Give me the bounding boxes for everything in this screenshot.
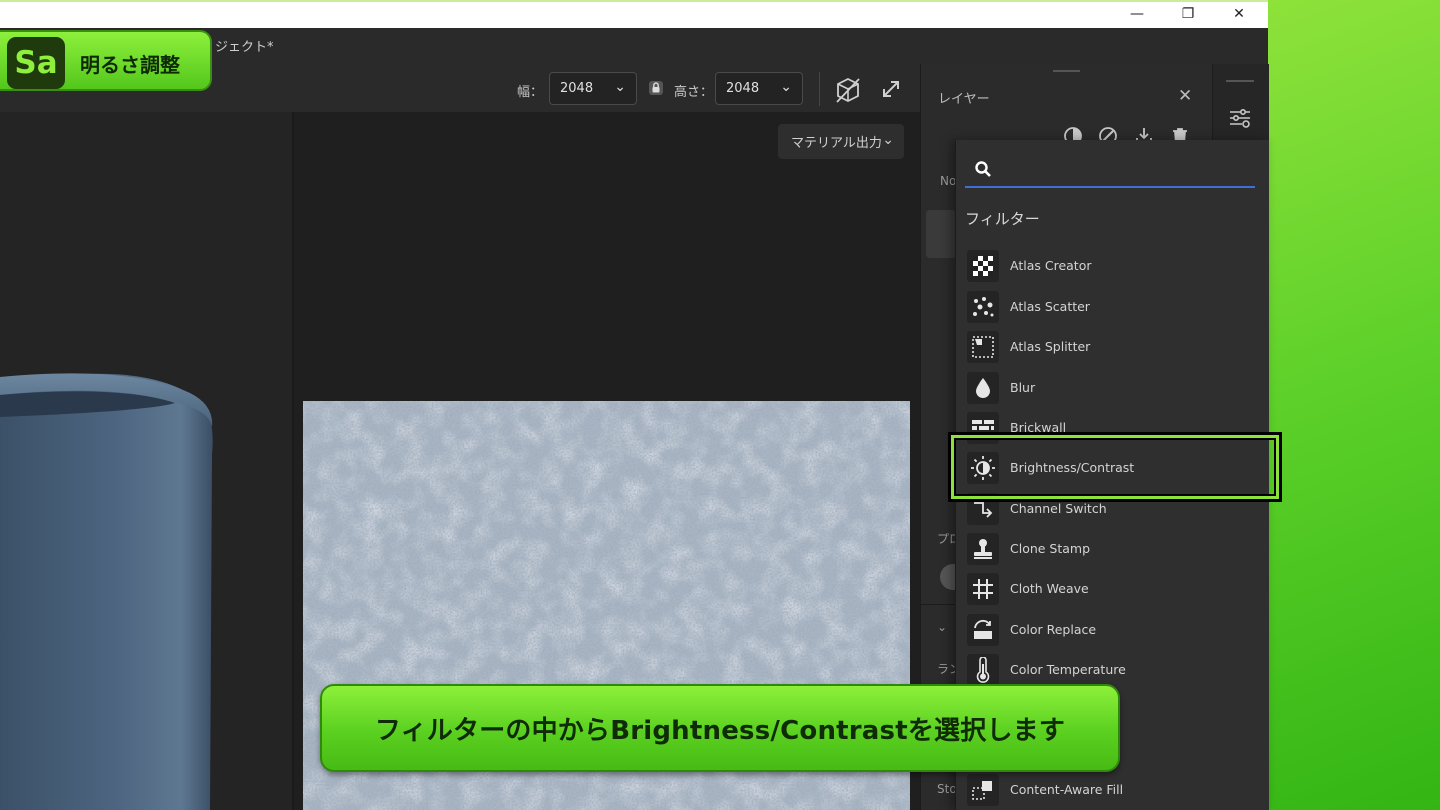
replace-icon bbox=[967, 614, 999, 646]
minimize-icon: — bbox=[1130, 6, 1144, 22]
restore-button[interactable]: ❐ bbox=[1165, 2, 1211, 26]
minimize-button[interactable]: — bbox=[1114, 2, 1160, 26]
pot-3d-model bbox=[0, 373, 213, 810]
panel-divider bbox=[920, 604, 956, 605]
close-icon: ✕ bbox=[1233, 6, 1245, 22]
lock-icon[interactable] bbox=[648, 80, 664, 96]
width-dropdown[interactable]: 2048 ⌄ bbox=[549, 72, 637, 105]
chevron-down-icon: ⌄ bbox=[614, 79, 626, 95]
filter-item-cloth-weave[interactable]: Cloth Weave bbox=[955, 569, 1268, 609]
chevron-down-icon: ⌄ bbox=[780, 79, 792, 95]
filter-item-label: Color Replace bbox=[1010, 622, 1097, 637]
material-output-label: マテリアル出力 bbox=[791, 136, 882, 151]
layer-name-stub: No bbox=[940, 174, 957, 188]
filter-item-label: Blur bbox=[1010, 380, 1036, 395]
search-icon bbox=[975, 161, 991, 177]
tutorial-caption: フィルターの中からBrightness/Contrastを選択します bbox=[320, 684, 1120, 772]
weave-icon bbox=[967, 573, 999, 605]
height-value: 2048 bbox=[726, 81, 760, 96]
filter-item-label: Color Temperature bbox=[1010, 662, 1126, 677]
filter-item-blur[interactable]: Blur bbox=[955, 368, 1268, 408]
filter-item-label: Atlas Scatter bbox=[1010, 299, 1090, 314]
filter-item-label: Atlas Splitter bbox=[1010, 339, 1091, 354]
parameter-stub-2: Sto bbox=[937, 782, 957, 796]
layers-close-icon[interactable]: ✕ bbox=[1178, 86, 1192, 106]
substance-sampler-logo: Sa bbox=[7, 37, 65, 89]
material-output-dropdown[interactable]: マテリアル出力 ⌄ bbox=[778, 124, 904, 159]
selection-highlight-inner bbox=[954, 438, 1276, 496]
filter-item-clone-stamp[interactable]: Clone Stamp bbox=[955, 529, 1268, 569]
restore-icon: ❐ bbox=[1181, 6, 1195, 22]
filter-item-atlas-creator[interactable]: Atlas Creator bbox=[955, 246, 1268, 286]
toolbar-divider bbox=[819, 72, 820, 106]
filter-item-label: Cloth Weave bbox=[1010, 581, 1089, 596]
chevron-down-icon: ⌄ bbox=[882, 132, 894, 148]
dots-icon bbox=[967, 291, 999, 323]
expand-chevron-icon[interactable]: ⌄ bbox=[937, 620, 947, 634]
height-dropdown[interactable]: 2048 ⌄ bbox=[715, 72, 803, 105]
thermometer-icon bbox=[967, 654, 999, 686]
layers-panel-title: レイヤー bbox=[938, 92, 990, 107]
fill-icon bbox=[967, 774, 999, 806]
expand-icon[interactable] bbox=[880, 78, 902, 100]
checker-icon bbox=[967, 250, 999, 282]
search-underline bbox=[965, 186, 1255, 188]
close-window-button[interactable]: ✕ bbox=[1216, 2, 1262, 26]
window-title-bar bbox=[0, 0, 1268, 28]
side-toolbar-grip[interactable] bbox=[1226, 80, 1254, 82]
splitter-icon bbox=[967, 331, 999, 363]
stamp-icon bbox=[967, 533, 999, 565]
filter-section-heading: フィルター bbox=[965, 210, 1040, 228]
filter-item-label: Channel Switch bbox=[1010, 501, 1107, 516]
green-backdrop bbox=[1268, 0, 1440, 810]
caption-text: フィルターの中からBrightness/Contrastを選択します bbox=[374, 715, 1066, 746]
app-title-badge: Sa 明るさ調整 bbox=[0, 30, 212, 91]
filter-item-label: Content-Aware Fill bbox=[1010, 782, 1124, 797]
badge-title: 明るさ調整 bbox=[80, 53, 180, 77]
width-label: 幅： bbox=[517, 85, 544, 100]
filter-item-label: Clone Stamp bbox=[1010, 541, 1091, 556]
panel-grip[interactable] bbox=[1053, 70, 1080, 72]
filter-item-atlas-scatter[interactable]: Atlas Scatter bbox=[955, 287, 1268, 327]
filter-item-content-aware-fill[interactable]: Content-Aware Fill bbox=[955, 770, 1268, 810]
project-title: ジェクト* bbox=[215, 40, 274, 55]
height-label: 高さ： bbox=[674, 85, 714, 100]
filter-search-input[interactable] bbox=[1000, 154, 1254, 184]
properties-sliders-icon[interactable] bbox=[1228, 106, 1252, 130]
drop-icon bbox=[967, 372, 999, 404]
filter-item-label: Atlas Creator bbox=[1010, 258, 1092, 273]
filter-item-atlas-splitter[interactable]: Atlas Splitter bbox=[955, 327, 1268, 367]
width-value: 2048 bbox=[560, 81, 594, 96]
layer-row[interactable] bbox=[926, 210, 956, 258]
cube-icon[interactable] bbox=[835, 76, 861, 104]
filter-item-color-replace[interactable]: Color Replace bbox=[955, 610, 1268, 650]
